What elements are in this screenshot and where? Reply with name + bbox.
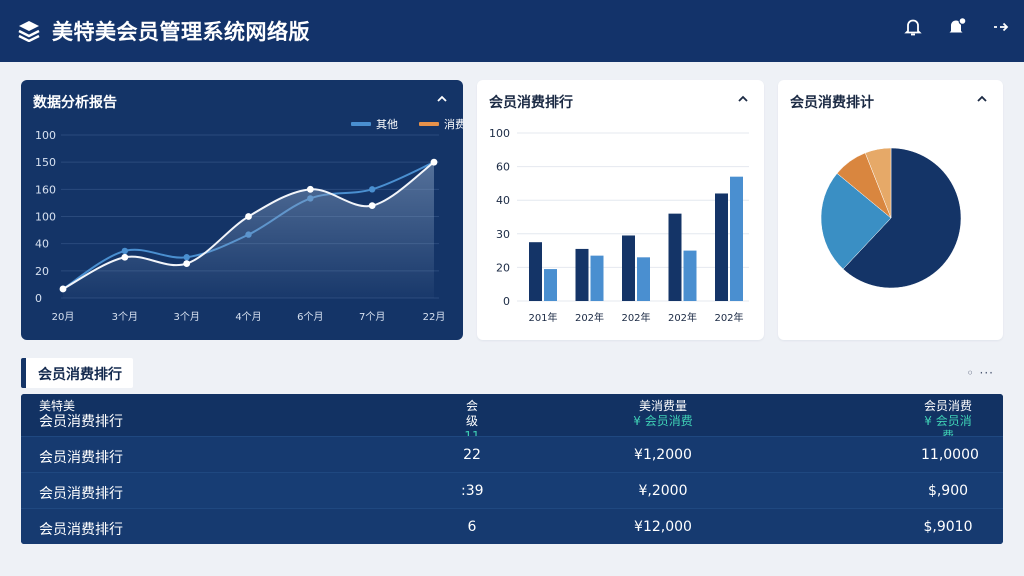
table-row[interactable]: 会员消费排行 6 ¥12,000 $,9010 (21, 508, 1003, 544)
data-point (245, 213, 252, 220)
logout-icon[interactable] (990, 16, 1012, 38)
row-amount: ¥1,2000 (634, 447, 692, 463)
row-amount: ¥,2000 (638, 483, 688, 499)
x-tick-label: 20月 (52, 311, 75, 323)
data-point (121, 253, 129, 261)
legend-label: 其他 (376, 118, 398, 131)
data-point (306, 185, 314, 193)
x-tick-label: 3个月 (112, 311, 138, 323)
ranking-panel: 会员消费排行 0 20 30 40 60 100 201年 202年 202年 202年 202年 (477, 80, 764, 340)
x-tick-label: 202年 (621, 311, 650, 324)
y-tick-label: 20 (496, 261, 510, 274)
y-tick-label: 160 (35, 183, 56, 196)
bar (544, 269, 557, 301)
bar (590, 255, 604, 301)
header-col1-line2: 会员消费排行 (39, 414, 123, 430)
ranking-table: 美特美 会员消费排行 会级 11 美消费量 ¥ 会员消费 会员消费 ¥ 会员消费… (21, 394, 1003, 544)
legend-swatch (351, 122, 371, 126)
x-tick-label: 3个月 (173, 311, 199, 323)
row-total: $,9010 (923, 519, 973, 535)
data-point (183, 254, 190, 261)
data-point (368, 202, 376, 210)
x-tick-label: 22月 (423, 311, 446, 323)
y-tick-label: 100 (35, 211, 56, 224)
y-tick-label: 40 (496, 194, 510, 207)
row-name: 会员消费排行 (39, 450, 123, 466)
row-total: 11,0000 (921, 447, 979, 463)
x-tick-label: 202年 (575, 311, 604, 324)
y-tick-label: 60 (496, 161, 510, 174)
line-chart: 0 20 40 100 160 150 100 20月 3个月 3个月 4个月 6个月 7个月 22月 其他… (35, 117, 463, 323)
stats-panel: 会员消费排计 (778, 80, 1003, 340)
x-tick-label: 7个月 (359, 311, 385, 323)
y-tick-label: 100 (489, 127, 510, 140)
bar (622, 235, 635, 301)
bell-icon[interactable] (902, 16, 924, 38)
legend-swatch (419, 122, 439, 126)
bar (529, 242, 542, 301)
x-tick-label: 201年 (528, 311, 557, 324)
more-options-icon[interactable]: ◦ ··· (967, 366, 994, 380)
notification-icon[interactable] (946, 16, 968, 38)
y-tick-label: 0 (35, 292, 42, 305)
header-col2-line1: 会级 (465, 399, 478, 428)
row-name: 会员消费排行 (39, 486, 123, 502)
series-area (63, 162, 434, 298)
data-point (59, 285, 67, 293)
bar (715, 193, 728, 301)
logo-icon (16, 18, 42, 44)
analysis-panel: 数据分析报告 0 20 40 100 160 150 100 20月 3个月 3个月 4个月 6个月 7… (21, 80, 463, 340)
data-point (121, 247, 129, 255)
bar (637, 257, 650, 301)
data-point (368, 186, 376, 193)
y-tick-label: 0 (503, 295, 510, 308)
x-tick-label: 6个月 (297, 311, 323, 323)
y-tick-label: 40 (35, 238, 49, 251)
row-amount: ¥12,000 (634, 519, 692, 535)
y-tick-label: 20 (35, 265, 49, 278)
bar-chart: 0 20 30 40 60 100 201年 202年 202年 202年 202年 (489, 127, 749, 324)
y-tick-label: 100 (35, 129, 56, 142)
x-tick-label: 202年 (714, 311, 743, 324)
data-point (430, 158, 438, 166)
table-header: 美特美 会员消费排行 会级 11 美消费量 ¥ 会员消费 会员消费 ¥ 会员消费 (21, 394, 1003, 443)
table-row[interactable]: 会员消费排行 22 ¥1,2000 11,0000 (21, 436, 1003, 472)
x-tick-label: 4个月 (235, 311, 261, 323)
row-count: 6 (467, 519, 477, 535)
row-total: $,900 (927, 483, 969, 499)
y-tick-label: 150 (35, 156, 56, 169)
bar (730, 176, 743, 301)
app-title: 美特美会员管理系统网络版 (52, 20, 310, 44)
top-header: 美特美会员管理系统网络版 (0, 0, 1024, 62)
bar (683, 250, 697, 301)
table-tab[interactable]: 会员消费排行 (21, 358, 133, 388)
header-col4-line1: 会员消费 (923, 399, 972, 413)
legend-label: 消费 (444, 117, 463, 131)
bar (668, 213, 682, 301)
x-tick-label: 202年 (668, 311, 697, 324)
row-count: 22 (463, 447, 481, 463)
bar (575, 248, 589, 301)
data-point (183, 260, 191, 267)
header-col3-line1: 美消费量 (638, 399, 687, 413)
y-tick-label: 30 (496, 228, 510, 241)
row-name: 会员消费排行 (39, 522, 123, 538)
header-actions (902, 16, 1012, 38)
row-count: :39 (461, 483, 484, 499)
pie-chart (820, 147, 962, 289)
header-col1-line1: 美特美 (39, 399, 76, 413)
header-col3-line2: ¥ 会员消费 (633, 414, 693, 428)
table-row[interactable]: 会员消费排行 :39 ¥,2000 $,900 (21, 472, 1003, 508)
